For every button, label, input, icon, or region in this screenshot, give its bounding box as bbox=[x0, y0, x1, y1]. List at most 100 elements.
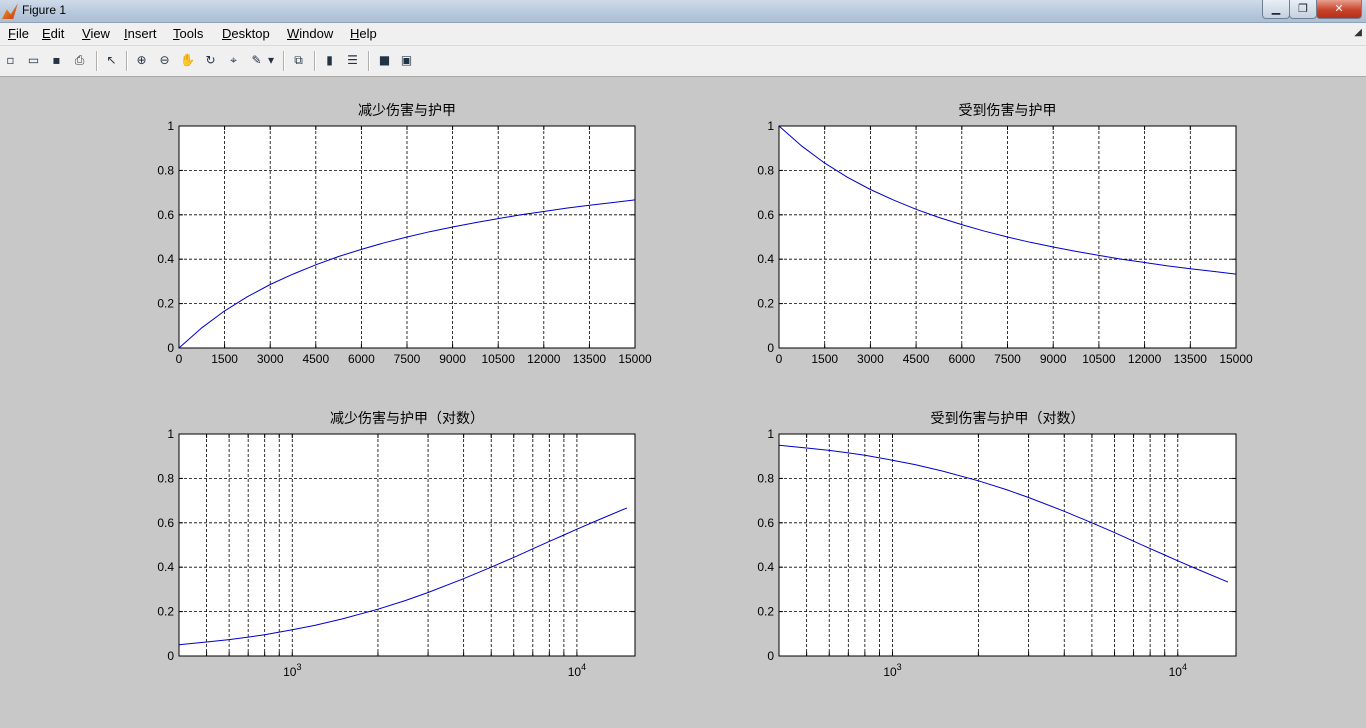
x-tick-label: 104 bbox=[1169, 662, 1187, 679]
show-plot-tools-icon[interactable]: ▣ bbox=[398, 52, 415, 69]
x-tick-label: 6000 bbox=[948, 352, 975, 366]
axes-title: 受到伤害与护甲（对数） bbox=[931, 411, 1085, 427]
toolbar-separator bbox=[314, 51, 316, 71]
menu-file[interactable]: File bbox=[8, 26, 29, 41]
menu-window[interactable]: Window bbox=[287, 26, 333, 41]
x-tick-label: 4500 bbox=[302, 352, 329, 366]
y-tick-label: 0.2 bbox=[157, 297, 174, 311]
toolbar-separator bbox=[96, 51, 98, 71]
legend-icon[interactable]: ☰ bbox=[344, 52, 361, 69]
open-file-icon[interactable]: ▭ bbox=[25, 52, 42, 69]
x-tick-label: 12000 bbox=[1128, 352, 1162, 366]
toolbar-separator bbox=[126, 51, 128, 71]
new-figure-icon[interactable]: ▫ bbox=[2, 52, 19, 69]
y-tick-label: 0.2 bbox=[757, 605, 774, 619]
x-tick-label: 0 bbox=[776, 352, 783, 366]
minimize-button[interactable]: ▁ bbox=[1262, 0, 1290, 19]
x-tick-label: 9000 bbox=[1040, 352, 1067, 366]
axes-3[interactable]: 0 0.2 0.4 0.6 0.8 1 103 104 减少伤害与护甲（对数） bbox=[157, 411, 636, 679]
y-tick-label: 0.2 bbox=[757, 297, 774, 311]
print-icon[interactable]: ⎙ bbox=[71, 52, 88, 69]
close-button[interactable]: ✕ bbox=[1316, 0, 1362, 19]
y-tick-label: 1 bbox=[767, 427, 774, 441]
y-tick-label: 0 bbox=[767, 341, 774, 355]
x-tick-label: 13500 bbox=[573, 352, 607, 366]
x-tick-label: 1500 bbox=[211, 352, 238, 366]
menu-help[interactable]: Help bbox=[350, 26, 377, 41]
y-tick-label: 0.6 bbox=[157, 516, 174, 530]
y-tick-label: 0.4 bbox=[757, 560, 774, 574]
figure-canvas[interactable]: 0 0.2 0.4 0.6 0.8 1 0 1500 3000 4500 6000 7500 9000 1… bbox=[0, 77, 1366, 728]
y-tick-label: 0 bbox=[767, 649, 774, 663]
menu-overflow-icon[interactable]: ◢ bbox=[1354, 27, 1362, 38]
menu-bar: File Edit View Insert Tools Desktop Wind… bbox=[0, 23, 1366, 46]
rotate-3d-icon[interactable]: ↻ bbox=[202, 52, 219, 69]
y-tick-label: 0.6 bbox=[757, 516, 774, 530]
axes-4[interactable]: 0 0.2 0.4 0.6 0.8 1 103 104 受到伤害与护甲（对数） bbox=[757, 411, 1237, 679]
axes-title: 受到伤害与护甲 bbox=[959, 103, 1057, 119]
menu-tools[interactable]: Tools bbox=[173, 26, 203, 41]
axes-background bbox=[179, 434, 635, 656]
axes-title: 减少伤害与护甲（对数） bbox=[330, 411, 484, 427]
y-tick-label: 0.6 bbox=[157, 208, 174, 222]
x-tick-label: 103 bbox=[883, 662, 901, 679]
y-tick-label: 0.8 bbox=[157, 163, 174, 177]
y-tick-label: 1 bbox=[167, 427, 174, 441]
x-tick-label: 13500 bbox=[1174, 352, 1208, 366]
y-tick-label: 0.8 bbox=[757, 163, 774, 177]
menu-insert[interactable]: Insert bbox=[124, 26, 157, 41]
x-tick-label: 15000 bbox=[1219, 352, 1253, 366]
link-plot-icon[interactable]: ⧉ bbox=[290, 52, 307, 69]
y-tick-label: 0.4 bbox=[757, 252, 774, 266]
brush-dropdown-icon[interactable]: ▾ bbox=[266, 52, 276, 69]
y-tick-label: 0 bbox=[167, 341, 174, 355]
y-tick-label: 0.8 bbox=[757, 471, 774, 485]
x-tick-label: 15000 bbox=[618, 352, 652, 366]
y-tick-label: 0.6 bbox=[757, 208, 774, 222]
pan-icon[interactable]: ✋ bbox=[179, 52, 196, 69]
x-tick-label: 7500 bbox=[394, 352, 421, 366]
hide-plot-tools-icon[interactable]: ■ bbox=[376, 52, 393, 69]
x-tick-label: 103 bbox=[283, 662, 301, 679]
axes-2[interactable]: 0 0.2 0.4 0.6 0.8 1 0 1500 3000 4500 6000 7500 9000 1… bbox=[757, 103, 1253, 366]
x-tick-label: 1500 bbox=[811, 352, 838, 366]
axes-1[interactable]: 0 0.2 0.4 0.6 0.8 1 0 1500 3000 4500 6000 7500 9000 1… bbox=[157, 103, 652, 366]
y-tick-label: 0.4 bbox=[157, 252, 174, 266]
x-tick-label: 0 bbox=[176, 352, 183, 366]
x-tick-label: 3000 bbox=[857, 352, 884, 366]
colorbar-icon[interactable]: ▮ bbox=[321, 52, 338, 69]
menu-view[interactable]: View bbox=[82, 26, 110, 41]
x-tick-label: 6000 bbox=[348, 352, 375, 366]
x-tick-label: 10500 bbox=[1082, 352, 1116, 366]
data-cursor-icon[interactable]: ⌖ bbox=[225, 52, 242, 69]
y-tick-label: 0 bbox=[167, 649, 174, 663]
brush-icon[interactable]: ✎ bbox=[248, 52, 265, 69]
zoom-in-icon[interactable]: ⊕ bbox=[133, 52, 150, 69]
window-title: Figure 1 bbox=[22, 3, 67, 17]
menu-desktop[interactable]: Desktop bbox=[222, 26, 270, 41]
x-tick-label: 10500 bbox=[482, 352, 516, 366]
save-icon[interactable]: ▪ bbox=[48, 52, 65, 69]
maximize-button[interactable]: ❐ bbox=[1289, 0, 1317, 19]
zoom-out-icon[interactable]: ⊖ bbox=[156, 52, 173, 69]
subplots[interactable]: 0 0.2 0.4 0.6 0.8 1 0 1500 3000 4500 6000 7500 9000 1… bbox=[0, 77, 1366, 728]
x-tick-label: 4500 bbox=[903, 352, 930, 366]
x-tick-label: 9000 bbox=[439, 352, 466, 366]
axes-background bbox=[779, 434, 1236, 656]
y-tick-label: 1 bbox=[767, 119, 774, 133]
x-tick-label: 104 bbox=[568, 662, 586, 679]
window-titlebar[interactable]: Figure 1 ▁ ❐ ✕ bbox=[0, 0, 1366, 23]
y-tick-label: 1 bbox=[167, 119, 174, 133]
edit-plot-icon[interactable]: ↖ bbox=[103, 52, 120, 69]
y-tick-label: 0.4 bbox=[157, 560, 174, 574]
figure-toolbar: ▫ ▭ ▪ ⎙ ↖ ⊕ ⊖ ✋ ↻ ⌖ ✎ ▾ ⧉ ▮ ☰ ■ ▣ bbox=[0, 46, 1366, 77]
toolbar-separator bbox=[368, 51, 370, 71]
y-tick-label: 0.8 bbox=[157, 471, 174, 485]
matlab-logo-icon bbox=[2, 3, 18, 19]
x-tick-label: 7500 bbox=[994, 352, 1021, 366]
toolbar-separator bbox=[283, 51, 285, 71]
menu-edit[interactable]: Edit bbox=[42, 26, 64, 41]
axes-title: 减少伤害与护甲 bbox=[358, 103, 456, 119]
x-tick-label: 3000 bbox=[257, 352, 284, 366]
x-tick-label: 12000 bbox=[527, 352, 561, 366]
